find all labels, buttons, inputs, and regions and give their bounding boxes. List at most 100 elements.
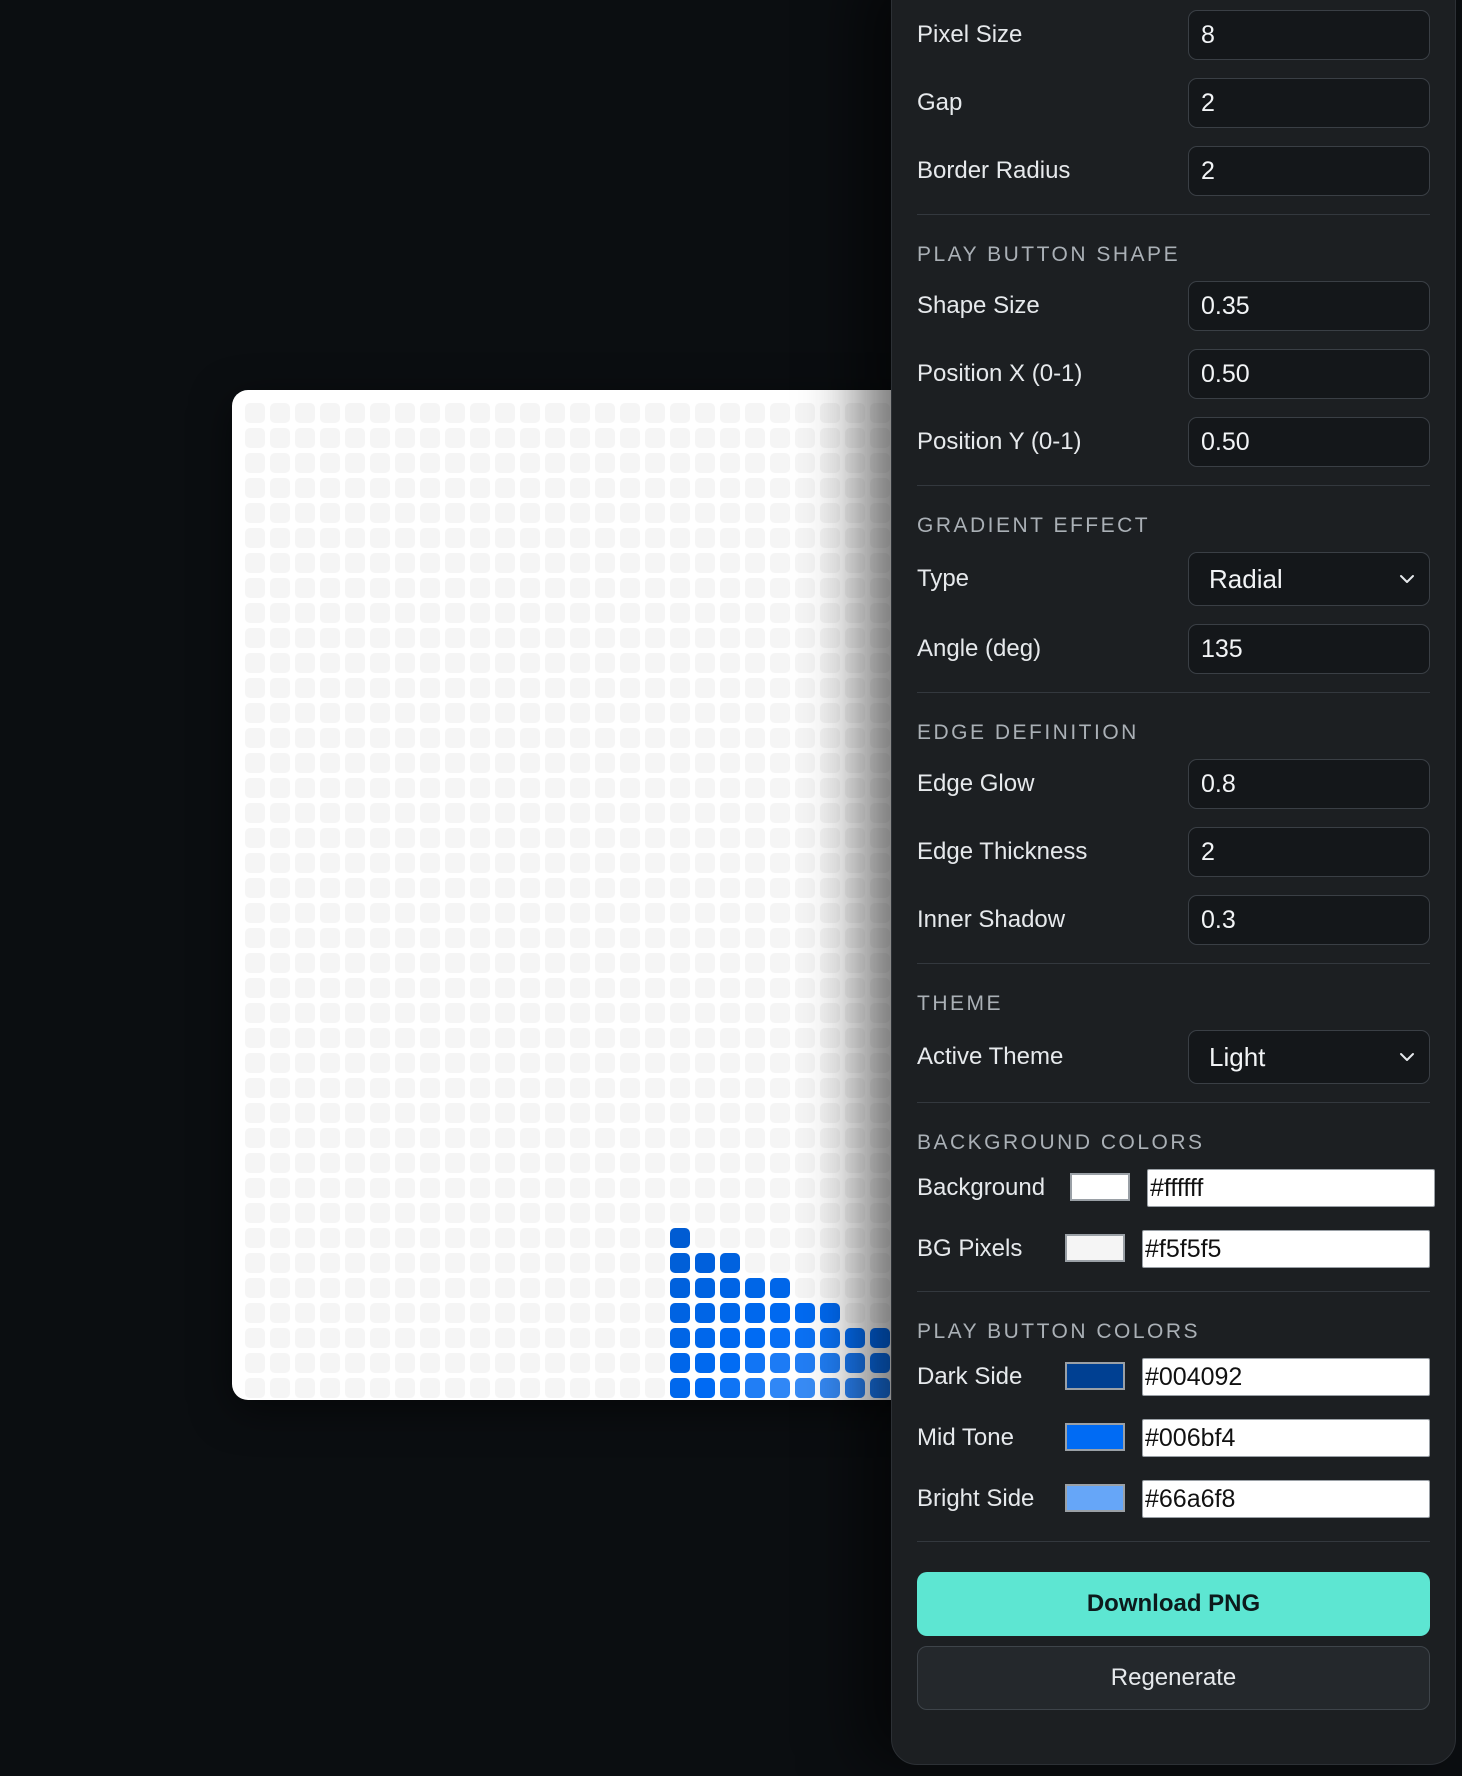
bg-pixel xyxy=(420,1278,440,1298)
bg-pixel xyxy=(595,628,615,648)
bg-pixel xyxy=(295,1078,315,1098)
background-color-swatch[interactable] xyxy=(1070,1173,1130,1201)
bg-pixel xyxy=(670,478,690,498)
bg-pixel xyxy=(695,503,715,523)
bg-pixel xyxy=(845,853,865,873)
bg-pixel xyxy=(495,503,515,523)
bg-pixel xyxy=(295,703,315,723)
bg-pixel xyxy=(345,1328,365,1348)
bg-pixel xyxy=(420,678,440,698)
shape-size-input[interactable] xyxy=(1188,281,1430,331)
mid-tone-color-swatch[interactable] xyxy=(1065,1423,1125,1451)
bg-pixel xyxy=(620,853,640,873)
bg-pixel xyxy=(245,1253,265,1273)
bg-pixel xyxy=(770,578,790,598)
bg-pixel xyxy=(695,603,715,623)
mid-tone-hex-input[interactable] xyxy=(1142,1419,1430,1457)
bg-pixel xyxy=(745,928,765,948)
bg-pixel xyxy=(520,1178,540,1198)
bg-pixel xyxy=(345,1078,365,1098)
bg-pixel xyxy=(545,1028,565,1048)
bg-pixel xyxy=(870,653,890,673)
edge-glow-input[interactable] xyxy=(1188,759,1430,809)
bg-pixel xyxy=(245,453,265,473)
bg-pixel xyxy=(345,1278,365,1298)
bg-pixel xyxy=(795,1078,815,1098)
bg-pixels-color-swatch[interactable] xyxy=(1065,1234,1125,1262)
bg-pixel xyxy=(720,1003,740,1023)
bg-pixel xyxy=(720,1128,740,1148)
position-y-input[interactable] xyxy=(1188,417,1430,467)
active-theme-select[interactable]: Light xyxy=(1188,1030,1430,1084)
download-png-button[interactable]: Download PNG xyxy=(917,1572,1430,1636)
play-pixel xyxy=(670,1228,690,1248)
bg-pixel xyxy=(795,628,815,648)
dark-side-color-swatch[interactable] xyxy=(1065,1362,1125,1390)
gradient-section-title: GRADIENT EFFECT xyxy=(917,514,1151,537)
play-pixel xyxy=(670,1303,690,1323)
bg-pixel xyxy=(245,578,265,598)
bg-pixel xyxy=(420,728,440,748)
bg-pixel xyxy=(620,753,640,773)
bg-pixel xyxy=(270,753,290,773)
bg-pixel xyxy=(645,678,665,698)
bg-pixel xyxy=(570,628,590,648)
bg-pixel xyxy=(620,828,640,848)
bg-pixel xyxy=(870,1053,890,1073)
bg-pixel xyxy=(795,553,815,573)
bg-pixel xyxy=(745,1228,765,1248)
bg-pixel xyxy=(420,553,440,573)
gradient-type-select[interactable]: Radial xyxy=(1188,552,1430,606)
bg-pixel xyxy=(270,1178,290,1198)
bg-pixel xyxy=(870,953,890,973)
bright-side-hex-input[interactable] xyxy=(1142,1480,1430,1518)
background-hex-input[interactable] xyxy=(1147,1169,1435,1207)
bg-pixel xyxy=(470,778,490,798)
bg-pixel xyxy=(695,528,715,548)
bg-pixel xyxy=(795,903,815,923)
angle-input[interactable] xyxy=(1188,624,1430,674)
bg-pixel xyxy=(445,1053,465,1073)
bg-pixels-hex-input[interactable] xyxy=(1142,1230,1430,1268)
bg-pixel xyxy=(695,1078,715,1098)
bg-pixel xyxy=(770,1053,790,1073)
bg-pixel xyxy=(620,578,640,598)
bg-pixel xyxy=(745,1253,765,1273)
bg-pixel xyxy=(295,1303,315,1323)
bg-pixel xyxy=(470,728,490,748)
pixel-size-input[interactable] xyxy=(1188,10,1430,60)
bg-pixel xyxy=(520,1078,540,1098)
background-colors-section-title: BACKGROUND COLORS xyxy=(917,1131,1205,1154)
bg-pixel xyxy=(395,678,415,698)
edge-thickness-input[interactable] xyxy=(1188,827,1430,877)
bg-pixel xyxy=(245,1378,265,1398)
bg-pixel xyxy=(270,1153,290,1173)
bg-pixel xyxy=(495,1028,515,1048)
gap-input[interactable] xyxy=(1188,78,1430,128)
bg-pixel xyxy=(545,403,565,423)
bg-pixel xyxy=(520,1153,540,1173)
bg-pixel xyxy=(270,453,290,473)
bg-pixel xyxy=(495,1253,515,1273)
bg-pixel xyxy=(795,603,815,623)
gradient-type-label: Type xyxy=(917,565,970,592)
bg-pixel xyxy=(595,778,615,798)
angle-label: Angle (deg) xyxy=(917,635,1042,662)
position-x-input[interactable] xyxy=(1188,349,1430,399)
bg-pixel xyxy=(645,753,665,773)
bg-pixel xyxy=(270,1103,290,1123)
bg-pixel xyxy=(720,1053,740,1073)
bright-side-color-swatch[interactable] xyxy=(1065,1484,1125,1512)
bg-pixel xyxy=(820,978,840,998)
bg-pixel xyxy=(670,503,690,523)
inner-shadow-input[interactable] xyxy=(1188,895,1430,945)
bg-pixel xyxy=(245,803,265,823)
bg-pixel xyxy=(245,928,265,948)
bg-pixel xyxy=(545,953,565,973)
regenerate-button[interactable]: Regenerate xyxy=(917,1646,1430,1710)
play-pixel xyxy=(820,1328,840,1348)
bg-pixel xyxy=(420,1153,440,1173)
border-radius-input[interactable] xyxy=(1188,146,1430,196)
dark-side-hex-input[interactable] xyxy=(1142,1358,1430,1396)
bg-pixel xyxy=(520,653,540,673)
